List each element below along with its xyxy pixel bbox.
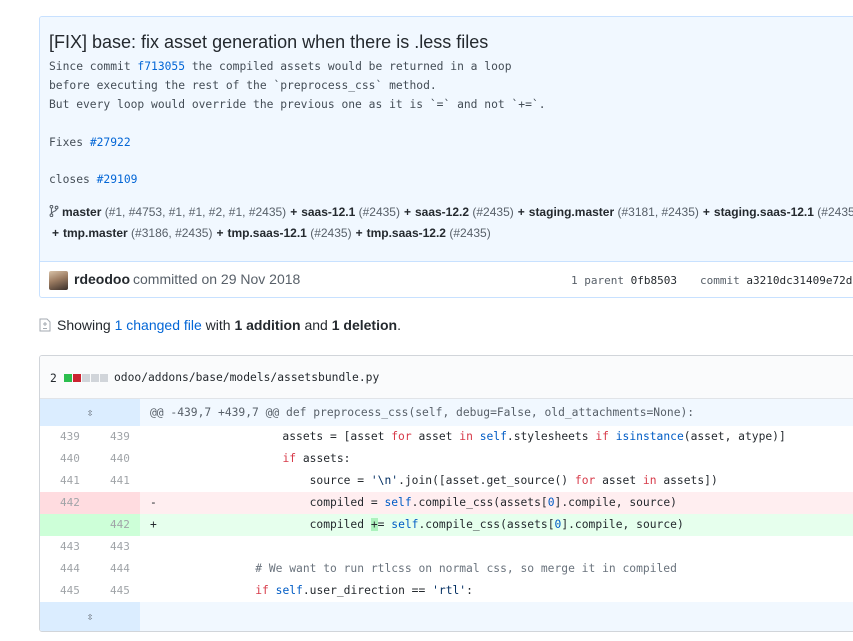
branch-staging-master[interactable]: staging.master — [529, 205, 614, 219]
hunk-footer: ⇳ — [40, 602, 853, 631]
author-link[interactable]: rdeodoo — [74, 271, 130, 287]
diff-line: 441 441 source = '\n'.join([asset.get_sou… — [60, 474, 718, 487]
diff-line: 444 444 # We want to run rtlcss on normal… — [60, 562, 677, 575]
branch-staging-saas-12-1[interactable]: staging.saas-12.1 — [714, 205, 814, 219]
unfold-icon[interactable]: ⇳ — [40, 399, 140, 426]
diff-line-added: 442 + compiled += self.compile_css(assets… — [40, 514, 853, 536]
diff-line: 439 439 assets = [asset for asset in self… — [60, 430, 786, 443]
commit-meta: rdeodoo committed on 29 Nov 2018 1 paren… — [40, 262, 853, 297]
diff-line-deleted: 442- compiled = self.compile_css(assets[… — [40, 492, 853, 514]
file-header: 2 odoo/addons/base/models/assetsbundle.p… — [40, 356, 853, 399]
branch-saas-12-2[interactable]: saas-12.2 — [415, 205, 469, 219]
parent-sha-link[interactable]: 0fb8503 — [631, 274, 677, 287]
parent-info: 1 parent 0fb8503 — [571, 274, 677, 287]
diff-stat-blocks — [64, 374, 109, 387]
commit-sha: commit a3210dc31409e72d — [700, 274, 853, 287]
file-diff: 2 odoo/addons/base/models/assetsbundle.p… — [39, 355, 853, 632]
diff-line: 445 445 if self.user_direction == 'rtl': — [60, 584, 473, 597]
file-diff-icon — [39, 318, 51, 332]
commit-date: committed on 29 Nov 2018 — [133, 271, 301, 287]
diff-line: 440 440 if assets: — [60, 452, 351, 465]
hunk-header: ⇳ @@ -439,7 +439,7 @@ def preprocess_css… — [40, 399, 853, 426]
diff-line: 443 443 — [60, 540, 130, 553]
commit-box: [FIX] base: fix asset generation when th… — [39, 16, 853, 298]
diff-summary: Showing 1 changed file with 1 addition a… — [39, 317, 401, 333]
git-branch-icon — [49, 205, 59, 218]
branch-tmp-master[interactable]: tmp.master — [63, 226, 128, 240]
unfold-icon[interactable]: ⇳ — [40, 602, 140, 631]
branch-tmp-saas-12-2[interactable]: tmp.saas-12.2 — [367, 226, 446, 240]
avatar[interactable] — [49, 271, 68, 290]
branch-tmp-saas-12-1[interactable]: tmp.saas-12.1 — [227, 226, 306, 240]
commit-description: Since commit f713055 the compiled assets… — [49, 60, 546, 187]
diff-table: ⇳ @@ -439,7 +439,7 @@ def preprocess_css… — [40, 399, 853, 631]
branch-list: master (#1, #4753, #1, #1, #2, #1, #2435… — [49, 202, 853, 244]
changed-files-link[interactable]: 1 changed file — [115, 317, 202, 333]
diff-stat-count: 2 — [50, 372, 57, 385]
commit-header: [FIX] base: fix asset generation when th… — [40, 17, 853, 262]
commit-title: [FIX] base: fix asset generation when th… — [49, 32, 489, 52]
fixes-issue-link[interactable]: #27922 — [90, 136, 131, 149]
file-path-link[interactable]: odoo/addons/base/models/assetsbundle.py — [114, 371, 379, 384]
branch-master[interactable]: master — [62, 205, 101, 219]
branch-saas-12-1[interactable]: saas-12.1 — [301, 205, 355, 219]
closes-issue-link[interactable]: #29109 — [97, 173, 138, 186]
commit-link[interactable]: f713055 — [137, 60, 185, 73]
